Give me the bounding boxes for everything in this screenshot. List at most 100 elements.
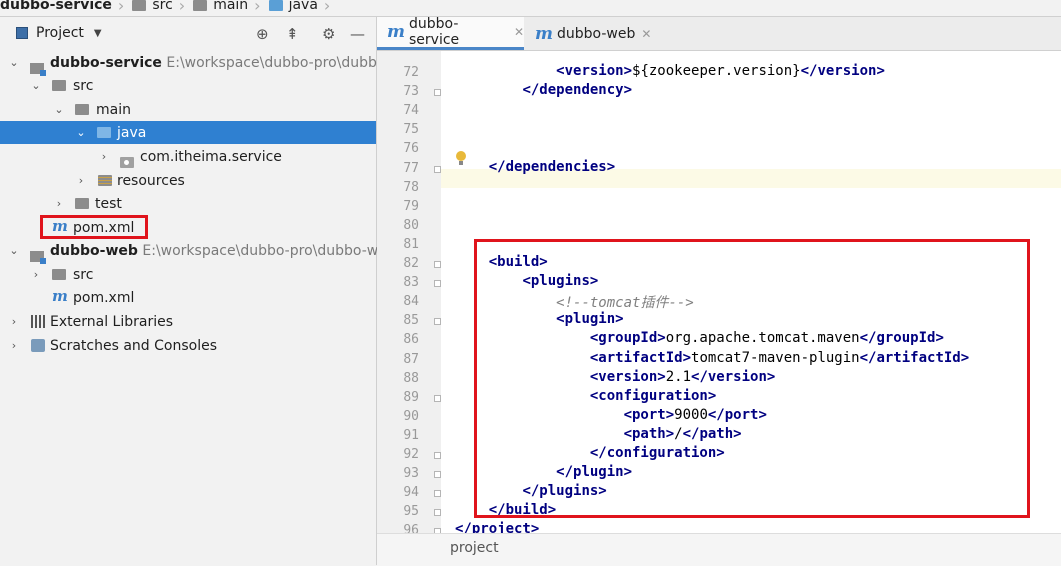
line-number: 78: [403, 179, 419, 195]
breadcrumb-src[interactable]: src: [126, 0, 176, 13]
folder-icon: [75, 104, 89, 115]
chevron-right-icon[interactable]: ›: [30, 268, 42, 281]
code-line: <version>${zookeeper.version}</version>: [556, 63, 885, 79]
highlight-box: [474, 239, 1030, 518]
code-line: </dependencies>: [488, 158, 616, 175]
line-number: 73: [403, 84, 419, 100]
tree-item-label: com.itheima.service: [140, 148, 282, 165]
tree-item-scratches[interactable]: › Scratches and Consoles: [0, 334, 376, 357]
module-path: E:\workspace\dubbo-pro\dubbo-: [166, 54, 391, 71]
hide-icon[interactable]: —: [350, 25, 365, 43]
tree-item-web-src[interactable]: › src: [0, 263, 376, 286]
chevron-down-icon: ▼: [93, 27, 102, 39]
tree-item-main[interactable]: ⌄ main: [0, 98, 376, 121]
tree-item-dubbo-service[interactable]: ⌄ dubbo-service E:\workspace\dubbo-pro\d…: [0, 51, 391, 76]
fold-marker-icon[interactable]: [434, 280, 441, 288]
breadcrumb-project[interactable]: dubbo-service: [0, 0, 116, 13]
fold-marker-icon[interactable]: [434, 165, 441, 173]
line-number: 93: [403, 466, 419, 482]
breadcrumb-src-label: src: [152, 0, 173, 13]
tree-item-label: src: [73, 266, 94, 283]
tree-item-label: pom.xml: [73, 289, 135, 306]
chevron-right-icon[interactable]: ›: [75, 174, 87, 187]
tree-item-resources[interactable]: › resources: [0, 169, 376, 192]
folder-icon: [52, 80, 66, 91]
code-line: </dependency>: [522, 82, 633, 99]
module-path: E:\workspace\dubbo-pro\dubbo-we: [142, 242, 387, 259]
chevron-right-icon[interactable]: ›: [8, 315, 20, 328]
tab-dubbo-service[interactable]: m dubbo-service ✕: [377, 16, 524, 50]
line-number: 83: [403, 275, 419, 291]
editor-breadcrumb[interactable]: project: [450, 540, 499, 556]
tree-item-dubbo-web[interactable]: ⌄ dubbo-web E:\workspace\dubbo-pro\dubbo…: [0, 239, 387, 264]
breadcrumb-separator: ›: [254, 0, 261, 15]
tree-item-java[interactable]: ⌄ java: [0, 121, 376, 144]
breadcrumb-java-label: java: [288, 0, 318, 13]
fold-marker-icon[interactable]: [434, 394, 441, 402]
maven-icon: m: [387, 22, 405, 42]
tree-item-web-pom-xml[interactable]: m pom.xml: [0, 286, 376, 309]
tree-item-label: main: [96, 101, 131, 118]
fold-marker-icon[interactable]: [434, 509, 441, 517]
fold-marker-icon[interactable]: [434, 318, 441, 326]
tree-item-label: java: [117, 124, 147, 141]
fold-marker-icon[interactable]: [434, 452, 441, 459]
fold-marker-icon[interactable]: [434, 89, 441, 97]
editor-breadcrumb-bar: project: [377, 533, 1061, 566]
tree-item-label: src: [73, 77, 94, 94]
breadcrumb-main[interactable]: main: [187, 0, 252, 13]
folder-icon: [75, 198, 89, 209]
tree-item-label: test: [95, 195, 122, 212]
line-number: 88: [403, 370, 419, 386]
folder-icon: [193, 0, 208, 11]
tree-item-external-libraries[interactable]: › External Libraries: [0, 310, 376, 333]
tab-label: dubbo-service: [409, 16, 460, 48]
line-number: 91: [403, 427, 419, 443]
maven-icon: m: [52, 287, 68, 305]
tree-item-package[interactable]: › com.itheima.service: [0, 145, 376, 168]
lightbulb-icon[interactable]: [455, 151, 467, 165]
chevron-right-icon[interactable]: ›: [8, 339, 20, 352]
project-panel-title: Project: [36, 25, 84, 41]
chevron-right-icon[interactable]: ›: [98, 150, 110, 163]
source-folder-icon: [97, 127, 111, 138]
tree-item-test[interactable]: › test: [0, 192, 376, 215]
fold-marker-icon[interactable]: [434, 490, 441, 498]
chevron-right-icon[interactable]: ›: [53, 197, 65, 210]
line-number: 86: [403, 332, 419, 348]
collapse-all-icon[interactable]: ⇞: [286, 25, 299, 43]
folder-icon: [132, 0, 147, 11]
folder-icon: [52, 269, 66, 280]
project-view-selector[interactable]: Project ▼: [16, 25, 102, 41]
module-icon: [30, 63, 46, 76]
chevron-down-icon[interactable]: ⌄: [75, 126, 87, 139]
fold-marker-icon[interactable]: [434, 261, 441, 268]
chevron-down-icon[interactable]: ⌄: [8, 244, 20, 257]
line-number: 79: [403, 198, 419, 214]
source-folder-icon: [268, 0, 283, 11]
breadcrumb-separator: ›: [178, 0, 186, 15]
gear-icon[interactable]: ⚙: [322, 25, 335, 43]
line-number: 87: [403, 351, 419, 367]
tab-dubbo-web[interactable]: m dubbo-web ✕: [527, 17, 655, 50]
chevron-down-icon[interactable]: ⌄: [8, 56, 20, 69]
breadcrumb-java[interactable]: java: [263, 0, 322, 13]
close-icon[interactable]: ✕: [514, 25, 524, 39]
tree-item-label: dubbo-web: [50, 242, 138, 259]
breadcrumb: dubbo-service › src › main › java ›: [0, 0, 1061, 17]
line-number: 84: [403, 294, 419, 310]
line-number: 74: [403, 103, 419, 119]
line-number: 76: [403, 141, 419, 157]
scratches-icon: [31, 339, 45, 352]
locate-icon[interactable]: ⊕: [256, 25, 269, 43]
project-panel: Project ▼ ⊕ ⇞ ⚙ — ⌄ dubbo-service E:\wor…: [0, 17, 391, 565]
chevron-down-icon[interactable]: ⌄: [30, 79, 42, 92]
breadcrumb-separator: ›: [323, 0, 331, 15]
chevron-down-icon[interactable]: ⌄: [53, 103, 65, 116]
line-number: 75: [403, 122, 419, 138]
line-number: 80: [403, 217, 419, 233]
line-number: 89: [403, 389, 419, 405]
fold-marker-icon[interactable]: [434, 471, 441, 479]
tree-item-src[interactable]: ⌄ src: [0, 74, 376, 97]
close-icon[interactable]: ✕: [641, 27, 651, 41]
